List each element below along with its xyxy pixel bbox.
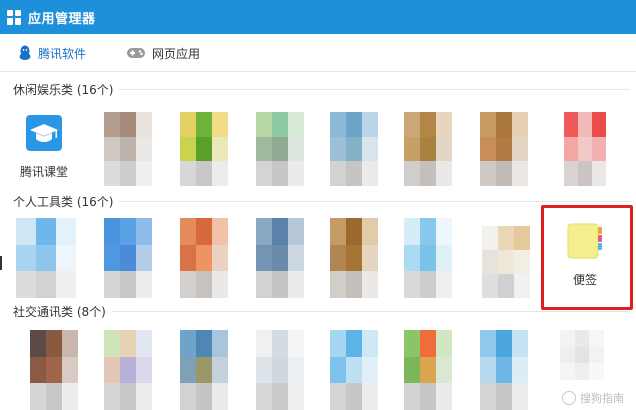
watermark-logo-icon [562,391,576,405]
divider [119,88,630,90]
app-icon-blurred[interactable] [404,218,452,298]
penguin-icon [19,45,31,60]
app-icon-blurred[interactable] [180,330,228,410]
category-header-leisure: 休闲娱乐类 (16个) [0,80,636,98]
graduation-cap-icon [26,115,62,151]
tab-bar: 腾讯软件 网页应用 [0,34,636,72]
app-icon-blurred[interactable] [256,218,304,298]
app-icon-blurred[interactable] [480,112,528,186]
category-label: 个人工具类 (16个) [13,194,114,209]
app-icon-blurred[interactable] [256,112,304,186]
app-icon-blurred[interactable] [482,226,530,298]
window-edge [0,256,2,270]
highlight-box [541,205,633,310]
divider [111,310,630,312]
watermark: 搜狗指南 [562,390,624,406]
app-icon-blurred[interactable] [560,330,604,380]
app-icon-blurred[interactable] [330,218,378,298]
app-icon-blurred[interactable] [180,218,228,298]
app-icon-blurred[interactable] [564,112,606,186]
app-tencent-classroom[interactable]: 腾讯课堂 [14,115,74,185]
category-label: 社交通讯类 (8个) [13,304,106,319]
app-icon-blurred[interactable] [480,330,528,410]
title-bar: 应用管理器 [0,0,636,34]
app-icon-blurred[interactable] [330,112,378,186]
grid-icon [7,9,22,25]
app-icon-blurred[interactable] [256,330,304,410]
divider [119,200,630,202]
app-icon-blurred[interactable] [16,218,76,298]
window-title: 应用管理器 [28,11,96,27]
app-icon-blurred[interactable] [180,112,228,186]
app-icon-blurred[interactable] [404,330,452,410]
tab-label: 腾讯软件 [38,46,87,61]
tab-label: 网页应用 [152,46,201,61]
app-icon-blurred[interactable] [404,112,452,186]
gamepad-icon [127,48,145,58]
app-icon-blurred[interactable] [330,330,378,410]
app-icon-blurred[interactable] [104,112,152,186]
tab-tencent-software[interactable]: 腾讯软件 [18,34,86,72]
category-label: 休闲娱乐类 (16个) [13,82,114,97]
tab-web-apps[interactable]: 网页应用 [126,34,200,72]
app-icon-blurred[interactable] [30,330,78,410]
category-header-social: 社交通讯类 (8个) [0,302,636,320]
app-icon-blurred[interactable] [104,330,152,410]
app-icon-blurred[interactable] [104,218,152,298]
app-name: 腾讯课堂 [19,165,68,179]
watermark-text: 搜狗指南 [580,392,624,405]
